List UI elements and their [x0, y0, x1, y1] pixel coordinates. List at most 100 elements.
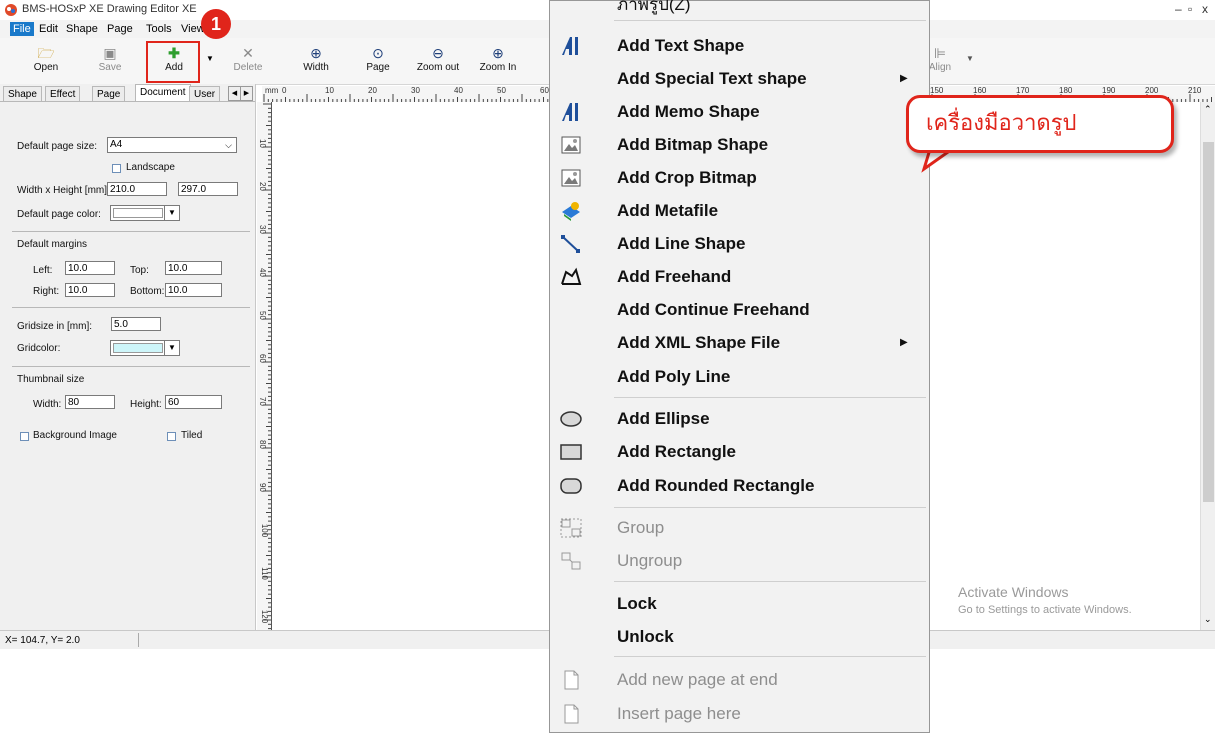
tiled-checkbox[interactable] — [167, 432, 176, 441]
gridcolor-picker[interactable]: ▼ — [110, 340, 180, 356]
status-divider — [138, 633, 139, 647]
scroll-up-icon[interactable]: ⌃ — [1204, 104, 1212, 115]
left-margin-input[interactable]: 10.0 — [65, 261, 115, 275]
delete-button[interactable]: ✕ Delete — [230, 42, 266, 82]
tab-shape[interactable]: Shape — [3, 86, 42, 102]
tab-effect[interactable]: Effect — [45, 86, 81, 102]
zoom-page-button[interactable]: ⊙ Page — [358, 42, 398, 82]
submenu-arrow-icon: ▶ — [900, 337, 908, 348]
menu-lock[interactable]: Lock — [617, 592, 657, 616]
menu-separator — [614, 397, 926, 398]
scroll-down-icon[interactable]: ⌄ — [1204, 614, 1212, 625]
background-image-checkbox[interactable] — [20, 432, 29, 441]
menu-file[interactable]: File — [10, 22, 34, 36]
top-margin-input[interactable]: 10.0 — [165, 261, 222, 275]
ruler-tick-label: 70 — [257, 397, 267, 406]
app-logo-icon — [5, 4, 17, 16]
page-width-input[interactable]: 210.0 — [107, 182, 167, 196]
ruler-tick-label: 20 — [257, 182, 267, 191]
callout-text: เครื่องมือวาดรูป — [926, 110, 1077, 135]
menu-add-metafile[interactable]: Add Metafile — [617, 199, 718, 223]
drawing-canvas[interactable] — [272, 102, 554, 630]
drawing-canvas-right[interactable] — [930, 102, 1200, 630]
menu-add-bitmap-shape[interactable]: Add Bitmap Shape — [617, 133, 768, 157]
tab-page[interactable]: Page — [92, 86, 126, 102]
background-image-label: Background Image — [33, 430, 117, 441]
margins-label: Default margins — [17, 239, 88, 250]
folder-open-icon: 🗁 — [37, 45, 55, 61]
tab-user[interactable]: User — [189, 86, 221, 102]
close-icon[interactable]: x — [1202, 2, 1208, 16]
tab-scroll-right-icon[interactable]: ▶ — [240, 86, 253, 101]
menu-add-ellipse[interactable]: Add Ellipse — [617, 407, 710, 431]
gridcolor-label: Gridcolor: — [17, 343, 61, 354]
width-label: Width — [303, 62, 329, 73]
menu-add-new-page-at-end[interactable]: Add new page at end — [617, 668, 778, 692]
menu-add-crop-bitmap[interactable]: Add Crop Bitmap — [617, 166, 757, 190]
group-icon — [560, 518, 582, 538]
menu-add-line-shape[interactable]: Add Line Shape — [617, 232, 745, 256]
top-margin-label: Top: — [130, 265, 149, 276]
page-size-label: Default page size: — [17, 141, 98, 152]
ruler-ticks — [263, 94, 549, 102]
menu-add-memo-shape[interactable]: Add Memo Shape — [617, 100, 760, 124]
restore-icon[interactable]: ▫ — [1188, 2, 1192, 16]
bottom-margin-label: Bottom: — [130, 286, 165, 297]
menu-item-partial[interactable]: ภาพรูป(Z) — [617, 0, 691, 17]
minimize-icon[interactable]: – — [1175, 2, 1182, 16]
menu-group[interactable]: Group — [617, 516, 664, 540]
zoom-in-button[interactable]: ⊕ Zoom In — [476, 42, 520, 82]
zoom-out-button[interactable]: ⊖ Zoom out — [414, 42, 462, 82]
menu-add-xml-shape-file[interactable]: Add XML Shape File — [617, 331, 780, 355]
menu-edit[interactable]: Edit — [36, 22, 61, 36]
metafile-icon — [562, 202, 580, 221]
width-height-label: Width x Height [mm] — [17, 185, 108, 196]
menu-add-rounded-rectangle[interactable]: Add Rounded Rectangle — [617, 474, 814, 498]
zoom-width-button[interactable]: ⊕ Width — [296, 42, 336, 82]
right-margin-input[interactable]: 10.0 — [65, 283, 115, 297]
menu-add-continue-freehand[interactable]: Add Continue Freehand — [617, 298, 810, 322]
gridsize-input[interactable]: 5.0 — [111, 317, 161, 331]
ruler-tick-label: 210 — [1188, 86, 1202, 95]
ruler-tick-label: 180 — [1059, 86, 1073, 95]
horizontal-ruler: mm 0 10 20 30 40 50 60 — [262, 86, 552, 102]
bottom-margin-input[interactable]: 10.0 — [165, 283, 222, 297]
menu-unlock[interactable]: Unlock — [617, 625, 674, 649]
ruler-tick-label: 170 — [1016, 86, 1030, 95]
menu-ungroup[interactable]: Ungroup — [617, 549, 682, 573]
save-button[interactable]: ▣ Save — [92, 42, 128, 82]
scroll-thumb[interactable] — [1203, 142, 1214, 502]
menu-page[interactable]: Page — [104, 22, 136, 36]
page-height-input[interactable]: 297.0 — [178, 182, 238, 196]
open-button[interactable]: 🗁 Open — [28, 42, 64, 82]
menu-add-special-text-shape[interactable]: Add Special Text shape — [617, 67, 807, 91]
menu-add-text-shape[interactable]: Add Text Shape — [617, 34, 744, 58]
tab-document[interactable]: Document — [135, 84, 191, 102]
ruler-tick-label: 30 — [411, 86, 420, 95]
page-label: Page — [366, 62, 390, 73]
menu-add-poly-line[interactable]: Add Poly Line — [617, 365, 730, 389]
ruler-tick-label: 0 — [282, 86, 287, 95]
menu-add-rectangle[interactable]: Add Rectangle — [617, 440, 736, 464]
page-color-picker[interactable]: ▼ — [110, 205, 180, 221]
menu-shape[interactable]: Shape — [63, 22, 101, 36]
thumb-width-label: Width: — [33, 399, 62, 410]
landscape-label: Landscape — [126, 162, 175, 173]
properties-panel: Shape Effect Page Document User ◀ ▶ Defa… — [0, 84, 256, 630]
rounded-rectangle-icon — [560, 478, 582, 494]
menu-tools[interactable]: Tools — [143, 22, 175, 36]
vertical-scrollbar[interactable]: ⌃ ⌄ — [1200, 102, 1215, 630]
menu-add-freehand[interactable]: Add Freehand — [617, 265, 731, 289]
thumb-width-input[interactable]: 80 — [65, 395, 115, 409]
thumb-height-input[interactable]: 60 — [165, 395, 222, 409]
align-dropdown-icon[interactable]: ▼ — [966, 54, 974, 63]
page-size-select[interactable]: A4 ⌵ — [107, 137, 237, 153]
window-title: BMS-HOSxP XE Drawing Editor XE — [22, 3, 197, 15]
add-dropdown-icon[interactable]: ▼ — [206, 54, 214, 63]
chevron-down-icon: ▼ — [164, 206, 179, 220]
landscape-checkbox[interactable] — [112, 164, 121, 173]
page-icon — [564, 704, 579, 724]
menu-insert-page-here[interactable]: Insert page here — [617, 702, 741, 726]
crop-bitmap-icon — [561, 169, 581, 187]
align-button[interactable]: ⊫ Align — [928, 42, 952, 82]
